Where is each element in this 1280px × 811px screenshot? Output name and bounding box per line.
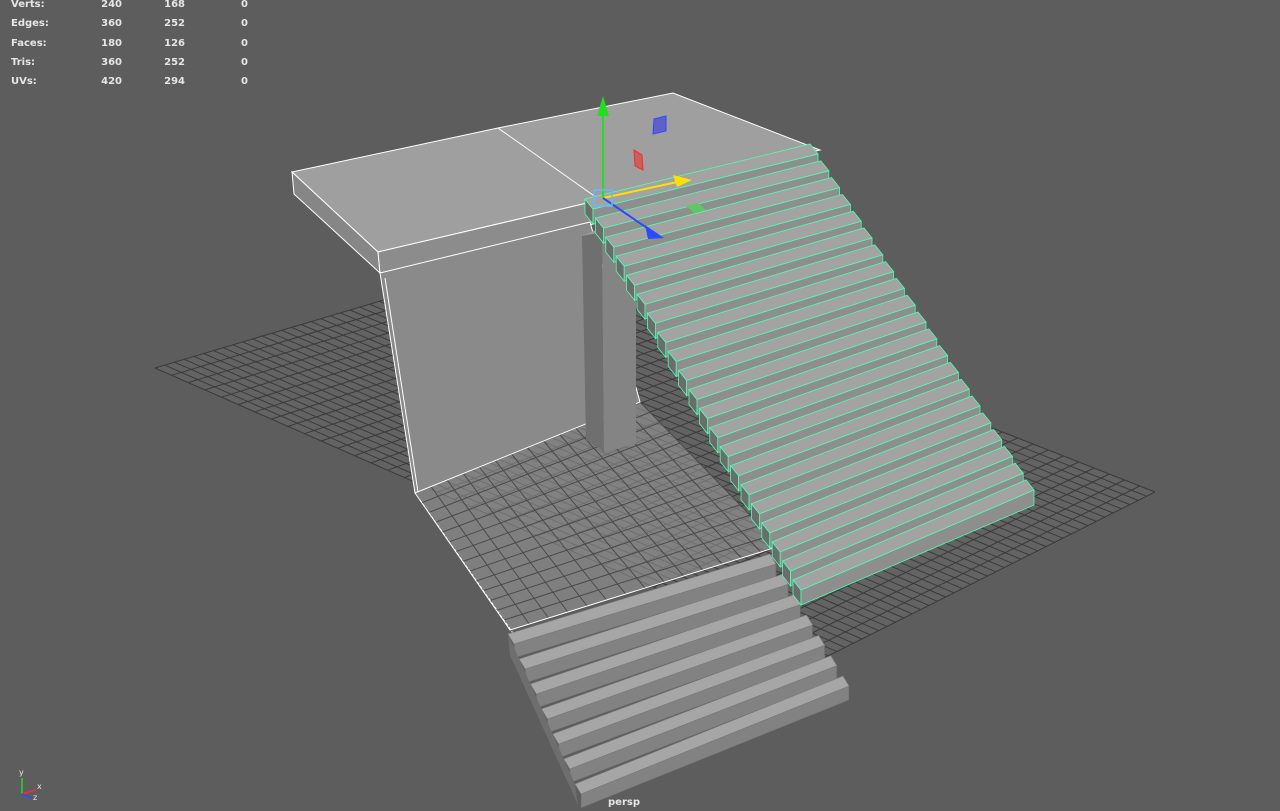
hud-row: Tris: 360 252 0 — [0, 56, 260, 77]
hud-value: 126 — [164, 37, 185, 49]
axis-orientation-icon: y x z — [19, 768, 42, 800]
perspective-viewport[interactable]: Verts: 240 168 0 Edges: 360 252 0 Faces: 180 126 0 T… — [0, 0, 1280, 811]
xy-plane-handle-icon — [652, 115, 667, 135]
hud-value: 252 — [164, 56, 185, 68]
poly-count-hud: Verts: 240 168 0 Edges: 360 252 0 Faces: 180 126 0 T… — [0, 0, 260, 96]
hud-row: UVs: 420 294 0 — [0, 76, 260, 96]
svg-text:x: x — [37, 782, 42, 791]
hud-row: Verts: 240 168 0 — [0, 0, 260, 19]
hud-label: Tris: — [11, 56, 36, 68]
hud-value: 0 — [241, 0, 248, 10]
hud-value: 360 — [101, 18, 122, 30]
hud-label: Verts: — [11, 0, 45, 10]
hud-row: Faces: 180 126 0 — [0, 37, 260, 58]
svg-text:y: y — [19, 768, 24, 777]
camera-name-label: persp — [608, 797, 640, 808]
hud-label: Faces: — [11, 37, 47, 49]
hud-value: 240 — [101, 0, 122, 10]
scene-canvas[interactable] — [0, 0, 1280, 811]
hud-value: 0 — [241, 76, 248, 88]
hud-row: Edges: 360 252 0 — [0, 18, 260, 38]
svg-text:z: z — [33, 793, 37, 800]
hud-value: 360 — [101, 56, 122, 68]
hud-value: 294 — [164, 76, 185, 88]
hud-label: Edges: — [11, 18, 49, 30]
hud-value: 252 — [164, 18, 185, 30]
hud-value: 0 — [241, 37, 248, 49]
hud-value: 0 — [241, 56, 248, 68]
hud-value: 420 — [101, 76, 122, 88]
hud-label: UVs: — [11, 76, 37, 88]
hud-value: 180 — [101, 37, 122, 49]
hud-value: 0 — [241, 18, 248, 30]
hud-value: 168 — [164, 0, 185, 10]
